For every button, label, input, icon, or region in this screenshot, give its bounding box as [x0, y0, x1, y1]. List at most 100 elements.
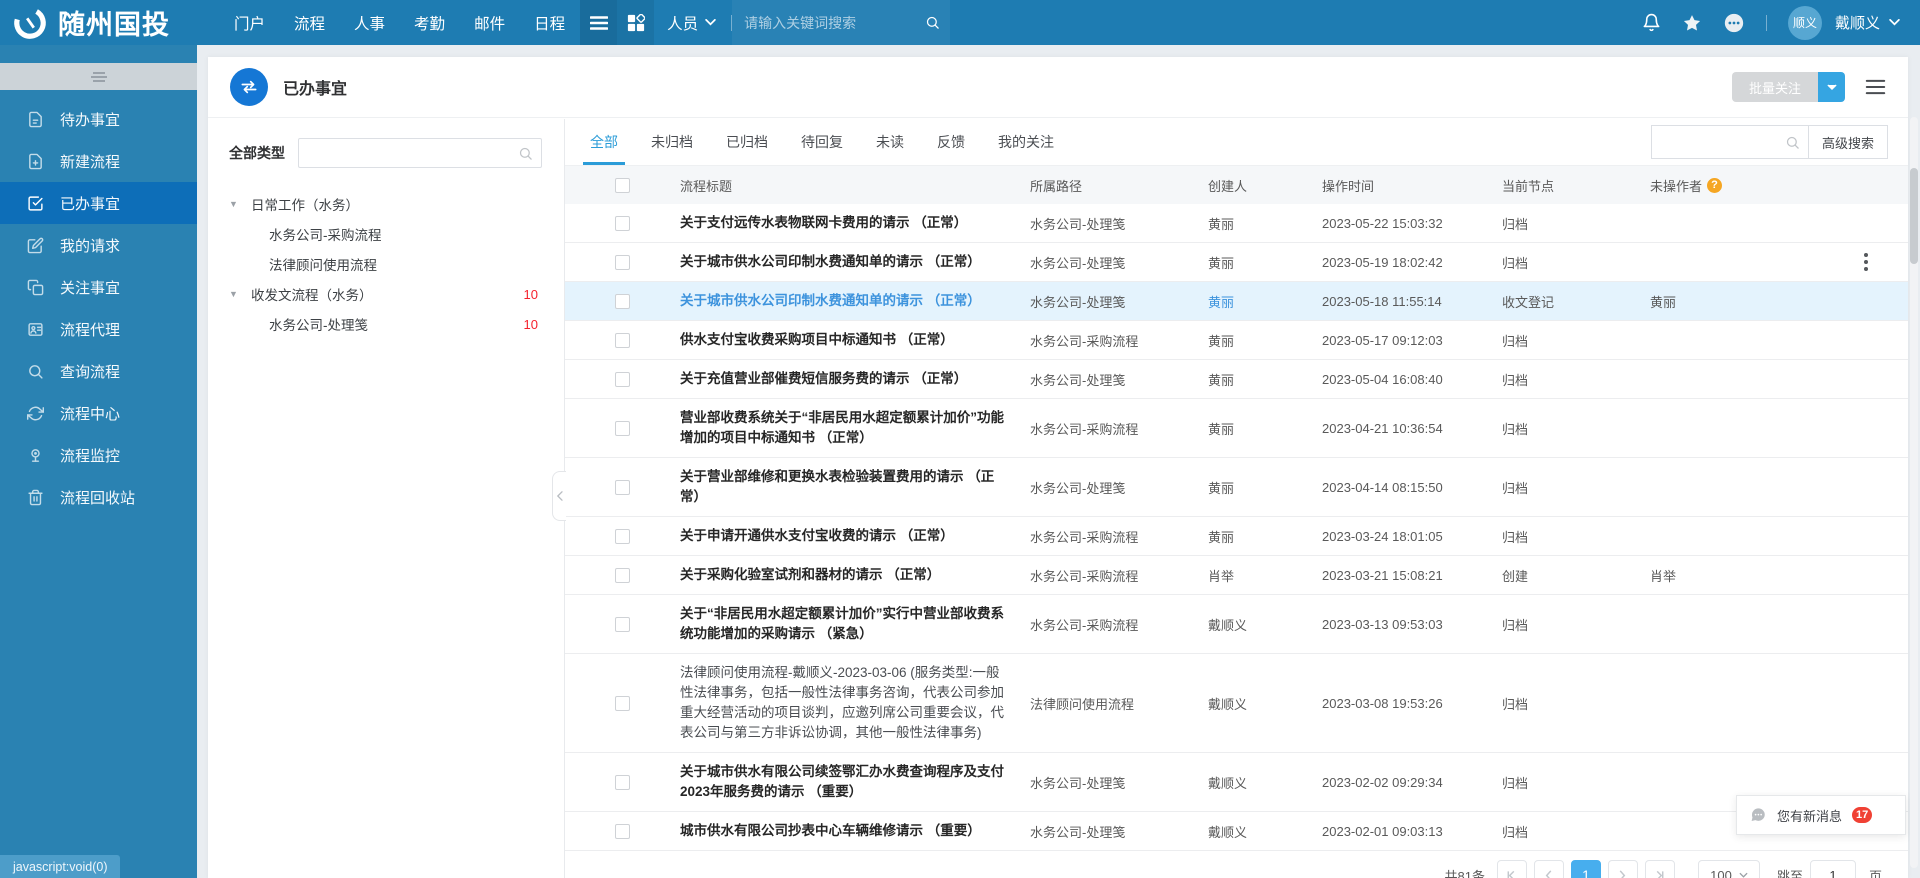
sidebar-item-2[interactable]: 新建流程 [0, 140, 197, 182]
table-row-1[interactable]: 关于支付远传水表物联网卡费用的请示 （正常）水务公司-处理笺黄丽2023-05-… [565, 204, 1908, 243]
tab-3[interactable]: 已归档 [726, 119, 768, 165]
tree-node-2[interactable]: 水务公司-采购流程 [229, 219, 542, 249]
row-title[interactable]: 法律顾问使用流程-戴顺义-2023-03-06 (服务类型:一般性法律事务，包括… [680, 663, 1030, 743]
help-icon[interactable]: ? [1707, 178, 1722, 193]
row-checkbox[interactable] [615, 696, 630, 711]
top-nav-item-2[interactable]: 流程 [294, 12, 325, 34]
table-search[interactable] [1651, 125, 1809, 159]
more-options-icon[interactable] [1723, 12, 1745, 34]
list-view-icon[interactable] [1865, 78, 1886, 96]
row-checkbox[interactable] [615, 216, 630, 231]
table-row-6[interactable]: 营业部收费系统关于“非居民用水超定额累计加价”功能增加的项目中标通知书 （正常）… [565, 399, 1908, 458]
top-nav-item-5[interactable]: 邮件 [474, 12, 505, 34]
table-row-10[interactable]: 关于“非居民用水超定额累计加价”实行中营业部收费系统功能增加的采购请示 （紧急）… [565, 595, 1908, 654]
top-nav-item-3[interactable]: 人事 [354, 12, 385, 34]
tree-node-5[interactable]: 水务公司-处理笺10 [229, 309, 542, 339]
user-chevron-down-icon[interactable] [1889, 19, 1900, 26]
avatar[interactable]: 顺义 [1788, 6, 1822, 40]
table-row-4[interactable]: 供水支付宝收费采购项目中标通知书 （正常）水务公司-采购流程黄丽2023-05-… [565, 321, 1908, 360]
table-row-7[interactable]: 关于营业部维修和更换水表检验装置费用的请示 （正常）水务公司-处理笺黄丽2023… [565, 458, 1908, 517]
table-row-5[interactable]: 关于充值营业部催费短信服务费的请示 （正常）水务公司-处理笺黄丽2023-05-… [565, 360, 1908, 399]
top-nav-item-4[interactable]: 考勤 [414, 12, 445, 34]
row-title[interactable]: 关于支付远传水表物联网卡费用的请示 （正常） [680, 213, 1030, 233]
row-title[interactable]: 关于采购化验室试剂和器材的请示 （正常） [680, 565, 1030, 585]
tab-4[interactable]: 待回复 [801, 119, 843, 165]
scrollbar-thumb[interactable] [1910, 168, 1918, 264]
top-nav-item-6[interactable]: 日程 [534, 12, 565, 34]
select-all-checkbox[interactable] [615, 178, 630, 193]
row-checkbox[interactable] [615, 255, 630, 270]
sidebar-item-1[interactable]: 待办事宜 [0, 98, 197, 140]
row-title[interactable]: 关于城市供水有限公司续签鄂汇办水费查询程序及支付2023年服务费的请示 （重要） [680, 762, 1030, 802]
table-search-input[interactable] [1660, 135, 1785, 150]
row-checkbox[interactable] [615, 421, 630, 436]
tree-node-3[interactable]: 法律顾问使用流程 [229, 249, 542, 279]
row-title[interactable]: 供水支付宝收费采购项目中标通知书 （正常） [680, 330, 1030, 350]
bell-icon[interactable] [1642, 13, 1661, 32]
row-checkbox[interactable] [615, 480, 630, 495]
sidebar-item-4[interactable]: 我的请求 [0, 224, 197, 266]
top-nav-item-1[interactable]: 门户 [234, 12, 265, 34]
search-icon[interactable] [925, 14, 940, 31]
row-checkbox[interactable] [615, 372, 630, 387]
global-search[interactable] [732, 0, 950, 45]
table-row-8[interactable]: 关于申请开通供水支付宝收费的请示 （正常）水务公司-采购流程黄丽2023-03-… [565, 517, 1908, 556]
current-page-button[interactable]: 1 [1571, 860, 1601, 878]
vertical-scrollbar[interactable] [1910, 117, 1918, 868]
app-grid-icon[interactable] [617, 0, 654, 45]
table-row-9[interactable]: 关于采购化验室试剂和器材的请示 （正常）水务公司-采购流程肖举2023-03-2… [565, 556, 1908, 595]
row-checkbox[interactable] [615, 333, 630, 348]
tab-1[interactable]: 全部 [590, 119, 618, 165]
table-row-13[interactable]: 城市供水有限公司抄表中心车辆维修请示 （重要）水务公司-处理笺戴顺义2023-0… [565, 812, 1908, 851]
row-title[interactable]: 营业部收费系统关于“非居民用水超定额累计加价”功能增加的项目中标通知书 （正常） [680, 408, 1030, 448]
people-dropdown[interactable]: 人员 [654, 0, 731, 45]
advanced-search-button[interactable]: 高级搜索 [1808, 125, 1888, 159]
batch-follow-dropdown-icon[interactable] [1818, 72, 1845, 102]
tree-node-1[interactable]: ▼日常工作（水务） [229, 189, 542, 219]
batch-follow-button[interactable]: 批量关注 [1732, 72, 1845, 102]
page-size-select[interactable]: 100 [1698, 860, 1760, 878]
sidebar-collapse-toggle[interactable] [0, 63, 197, 90]
tree-expand-caret[interactable]: ▼ [229, 289, 251, 299]
tab-6[interactable]: 反馈 [937, 119, 965, 165]
global-search-input[interactable] [744, 15, 925, 31]
row-checkbox[interactable] [615, 775, 630, 790]
next-page-button[interactable] [1608, 860, 1638, 878]
row-checkbox[interactable] [615, 568, 630, 583]
row-title[interactable]: 关于充值营业部催费短信服务费的请示 （正常） [680, 369, 1030, 389]
row-title[interactable]: 关于“非居民用水超定额累计加价”实行中营业部收费系统功能增加的采购请示 （紧急） [680, 604, 1030, 644]
sidebar-item-7[interactable]: 查询流程 [0, 350, 197, 392]
tab-2[interactable]: 未归档 [651, 119, 693, 165]
tree-expand-caret[interactable]: ▼ [229, 199, 251, 209]
tab-5[interactable]: 未读 [876, 119, 904, 165]
sidebar-item-5[interactable]: 关注事宜 [0, 266, 197, 308]
prev-page-button[interactable] [1534, 860, 1564, 878]
jump-page-input[interactable] [1810, 860, 1856, 878]
sidebar-item-6[interactable]: 流程代理 [0, 308, 197, 350]
table-row-11[interactable]: 法律顾问使用流程-戴顺义-2023-03-06 (服务类型:一般性法律事务，包括… [565, 654, 1908, 753]
panel-collapse-handle[interactable] [552, 471, 566, 521]
row-checkbox[interactable] [615, 294, 630, 309]
apps-hamburger-icon[interactable] [580, 0, 617, 45]
username[interactable]: 戴顺义 [1835, 12, 1880, 33]
sidebar-item-8[interactable]: 流程中心 [0, 392, 197, 434]
last-page-button[interactable] [1645, 860, 1675, 878]
notification-toast[interactable]: 您有新消息 17 [1736, 795, 1906, 835]
row-title[interactable]: 关于城市供水公司印制水费通知单的请示 （正常） [680, 252, 1030, 272]
first-page-button[interactable] [1497, 860, 1527, 878]
row-checkbox[interactable] [615, 824, 630, 839]
tab-7[interactable]: 我的关注 [998, 119, 1054, 165]
row-title[interactable]: 关于申请开通供水支付宝收费的请示 （正常） [680, 526, 1030, 546]
row-more-icon[interactable] [1860, 249, 1872, 275]
row-title[interactable]: 关于城市供水公司印制水费通知单的请示 （正常） [680, 291, 1030, 311]
table-row-12[interactable]: 关于城市供水有限公司续签鄂汇办水费查询程序及支付2023年服务费的请示 （重要）… [565, 753, 1908, 812]
row-title[interactable]: 关于营业部维修和更换水表检验装置费用的请示 （正常） [680, 467, 1030, 507]
star-icon[interactable] [1682, 13, 1702, 33]
sidebar-item-10[interactable]: 流程回收站 [0, 476, 197, 518]
table-row-2[interactable]: 关于城市供水公司印制水费通知单的请示 （正常）水务公司-处理笺黄丽2023-05… [565, 243, 1908, 282]
type-filter-search[interactable] [298, 138, 542, 168]
sidebar-item-3[interactable]: 已办事宜 [0, 182, 197, 224]
row-checkbox[interactable] [615, 617, 630, 632]
sidebar-item-9[interactable]: 流程监控 [0, 434, 197, 476]
table-row-3[interactable]: 关于城市供水公司印制水费通知单的请示 （正常）水务公司-处理笺黄丽2023-05… [565, 282, 1908, 321]
